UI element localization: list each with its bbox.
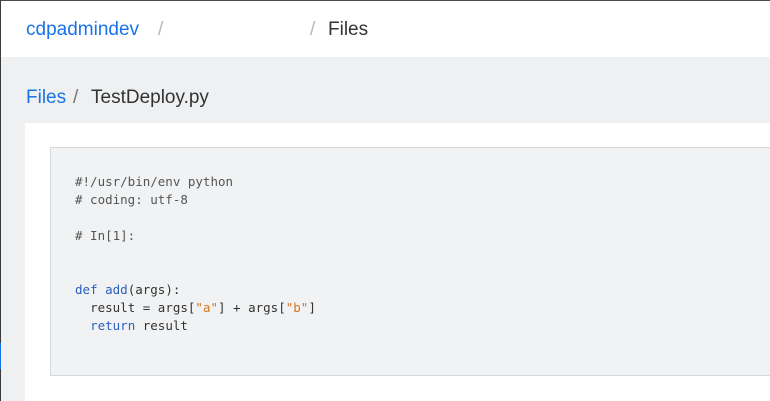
code-line: # coding: utf-8 [75,192,188,207]
function-name: add [105,282,128,297]
code-line: # In[1]: [75,228,136,243]
file-name-title: TestDeploy.py [91,87,209,108]
breadcrumb-root-link[interactable]: cdpadmindev [26,18,139,42]
function-params: (args): [127,282,181,297]
result-assignment: result = args[ [90,300,196,315]
plus-expression: ] + args[ [218,300,286,315]
top-bar: cdpadmindev / / Files [1,0,770,57]
closing-bracket: ] [308,300,316,315]
breadcrumb-separator: / [310,19,316,40]
code-line-return: return result [75,317,188,335]
code-line-def: def add(args): [75,281,180,299]
breadcrumb-separator: / [158,19,164,40]
return-value: result [142,318,188,333]
subbreadcrumb-separator: / [73,87,79,108]
breadcrumb-current: Files [328,19,369,40]
string-literal: "a" [195,300,218,315]
code-line-result: result = args["a"] + args["b"] [75,299,316,317]
keyword-def: def [75,282,98,297]
files-breadcrumb-link[interactable]: Files [26,86,66,110]
page: cdpadmindev / / Files Files / TestDeploy… [0,0,770,401]
code-viewer[interactable]: #!/usr/bin/env python # coding: utf-8 # … [50,147,770,376]
code-line: #!/usr/bin/env python [75,174,234,189]
string-literal: "b" [285,300,309,315]
keyword-return: return [90,318,136,333]
